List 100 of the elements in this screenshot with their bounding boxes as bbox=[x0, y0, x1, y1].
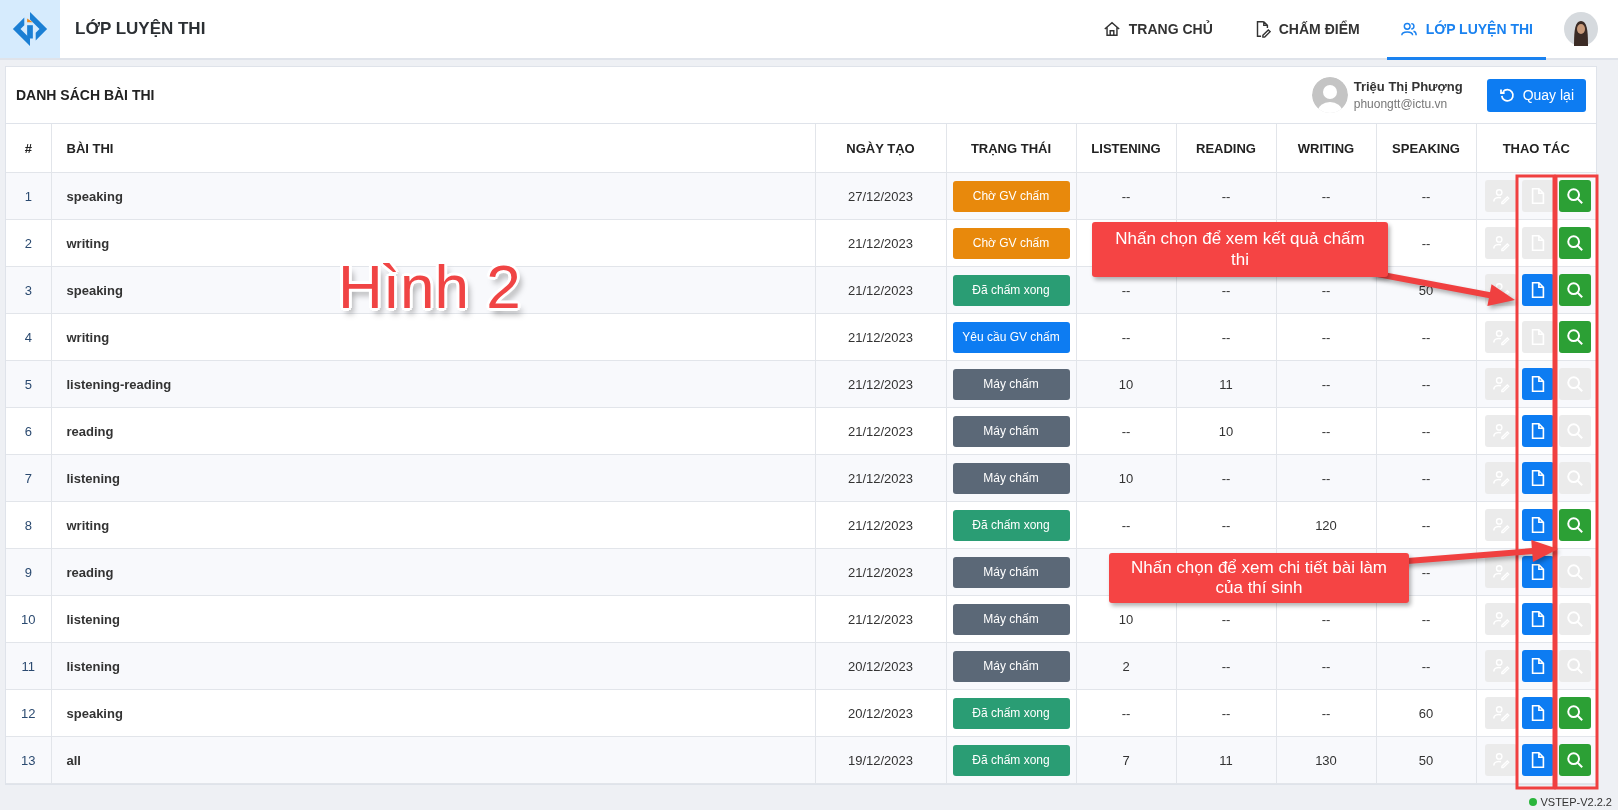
search-icon bbox=[1566, 328, 1584, 346]
score-cell: -- bbox=[1121, 188, 1131, 204]
result-button[interactable] bbox=[1522, 368, 1554, 400]
user-pen-icon bbox=[1492, 563, 1510, 581]
logo-icon bbox=[11, 10, 49, 48]
nav-tab[interactable]: CHẤM ĐIỂM bbox=[1239, 0, 1373, 60]
grade-button[interactable] bbox=[1485, 697, 1517, 729]
result-button[interactable] bbox=[1522, 321, 1554, 353]
search-button[interactable] bbox=[1559, 274, 1591, 306]
score-cell: 10 bbox=[1218, 423, 1234, 439]
score-cell: -- bbox=[1321, 658, 1331, 674]
date-cell: 27/12/2023 bbox=[847, 188, 914, 204]
exam-name: listening-reading bbox=[66, 376, 172, 392]
file-icon bbox=[1530, 516, 1546, 534]
status-badge: Máy chấm bbox=[952, 556, 1070, 588]
search-icon bbox=[1566, 281, 1584, 299]
column-header: WRITING bbox=[1297, 140, 1355, 156]
status-badge: Đã chấm xong bbox=[952, 509, 1070, 541]
search-button[interactable] bbox=[1559, 697, 1591, 729]
grade-button[interactable] bbox=[1485, 415, 1517, 447]
score-cell: -- bbox=[1321, 705, 1331, 721]
row-number: 11 bbox=[21, 658, 35, 674]
home-icon bbox=[1102, 19, 1121, 38]
exam-name: speaking bbox=[66, 188, 123, 204]
row-number: 9 bbox=[24, 564, 32, 580]
score-cell: -- bbox=[1421, 517, 1431, 533]
score-cell: -- bbox=[1321, 611, 1331, 627]
result-button[interactable] bbox=[1522, 462, 1554, 494]
result-button[interactable] bbox=[1522, 509, 1554, 541]
grade-button[interactable] bbox=[1485, 650, 1517, 682]
exam-name: listening bbox=[66, 611, 120, 627]
result-button[interactable] bbox=[1522, 274, 1554, 306]
search-icon bbox=[1566, 234, 1584, 252]
grade-button[interactable] bbox=[1485, 462, 1517, 494]
score-cell: -- bbox=[1221, 658, 1231, 674]
score-cell: -- bbox=[1321, 188, 1331, 204]
score-cell: 130 bbox=[1315, 752, 1337, 768]
status-badge: Máy chấm bbox=[952, 462, 1070, 494]
exam-name: reading bbox=[66, 423, 114, 439]
result-button[interactable] bbox=[1522, 650, 1554, 682]
score-cell: 10 bbox=[1118, 470, 1134, 486]
column-header: LISTENING bbox=[1091, 140, 1161, 156]
date-cell: 21/12/2023 bbox=[847, 611, 914, 627]
grade-button[interactable] bbox=[1485, 368, 1517, 400]
date-cell: 21/12/2023 bbox=[847, 282, 914, 298]
score-cell: -- bbox=[1221, 705, 1231, 721]
score-cell: -- bbox=[1221, 329, 1231, 345]
score-cell: -- bbox=[1421, 564, 1431, 580]
result-button[interactable] bbox=[1522, 556, 1554, 588]
grade-button[interactable] bbox=[1485, 603, 1517, 635]
score-cell: 11 bbox=[1219, 376, 1233, 392]
score-cell: -- bbox=[1421, 470, 1431, 486]
result-button[interactable] bbox=[1522, 697, 1554, 729]
exam-name: all bbox=[66, 752, 81, 768]
exam-name: listening bbox=[66, 470, 120, 486]
row-number: 2 bbox=[24, 235, 32, 251]
score-cell: -- bbox=[1421, 611, 1431, 627]
score-cell: 10 bbox=[1118, 611, 1134, 627]
column-header: NGÀY TẠO bbox=[846, 140, 915, 156]
score-cell: 10 bbox=[1118, 376, 1134, 392]
grade-button[interactable] bbox=[1485, 556, 1517, 588]
card-title: DANH SÁCH BÀI THI bbox=[16, 87, 155, 103]
result-button[interactable] bbox=[1522, 180, 1554, 212]
search-button[interactable] bbox=[1559, 180, 1591, 212]
result-button[interactable] bbox=[1522, 744, 1554, 776]
date-cell: 21/12/2023 bbox=[847, 564, 914, 580]
grade-button[interactable] bbox=[1485, 744, 1517, 776]
column-header: TRẠNG THÁI bbox=[970, 140, 1052, 156]
user-email: phuongtt@ictu.vn bbox=[1353, 97, 1449, 111]
score-cell: -- bbox=[1321, 282, 1331, 298]
date-cell: 20/12/2023 bbox=[847, 658, 914, 674]
grade-button[interactable] bbox=[1485, 321, 1517, 353]
search-button[interactable] bbox=[1559, 321, 1591, 353]
status-badge: Máy chấm bbox=[952, 415, 1070, 447]
exam-name: speaking bbox=[66, 282, 123, 298]
result-button[interactable] bbox=[1522, 227, 1554, 259]
grade-button[interactable] bbox=[1485, 509, 1517, 541]
search-button[interactable] bbox=[1559, 227, 1591, 259]
exam-name: reading bbox=[66, 564, 114, 580]
row-number: 8 bbox=[24, 517, 32, 533]
score-cell: 60 bbox=[1418, 705, 1434, 721]
score-cell: -- bbox=[1321, 423, 1331, 439]
result-button[interactable] bbox=[1522, 603, 1554, 635]
score-cell: 2 bbox=[1122, 658, 1130, 674]
score-cell: -- bbox=[1321, 376, 1331, 392]
nav-tab[interactable]: TRANG CHỦ bbox=[1089, 0, 1226, 60]
score-cell: -- bbox=[1421, 376, 1431, 392]
column-header: SPEAKING bbox=[1392, 140, 1460, 156]
avatar-icon[interactable] bbox=[1564, 12, 1598, 46]
back-button[interactable]: Quay lại bbox=[1486, 78, 1586, 112]
search-button[interactable] bbox=[1559, 744, 1591, 776]
search-button[interactable] bbox=[1559, 509, 1591, 541]
grade-button[interactable] bbox=[1485, 180, 1517, 212]
nav-tab[interactable]: LỚP LUYỆN THI bbox=[1386, 0, 1546, 60]
date-cell: 19/12/2023 bbox=[847, 752, 914, 768]
row-number: 7 bbox=[24, 470, 32, 486]
score-cell: 50 bbox=[1418, 752, 1434, 768]
score-cell: -- bbox=[1121, 705, 1131, 721]
result-button[interactable] bbox=[1522, 415, 1554, 447]
grade-button[interactable] bbox=[1485, 227, 1517, 259]
